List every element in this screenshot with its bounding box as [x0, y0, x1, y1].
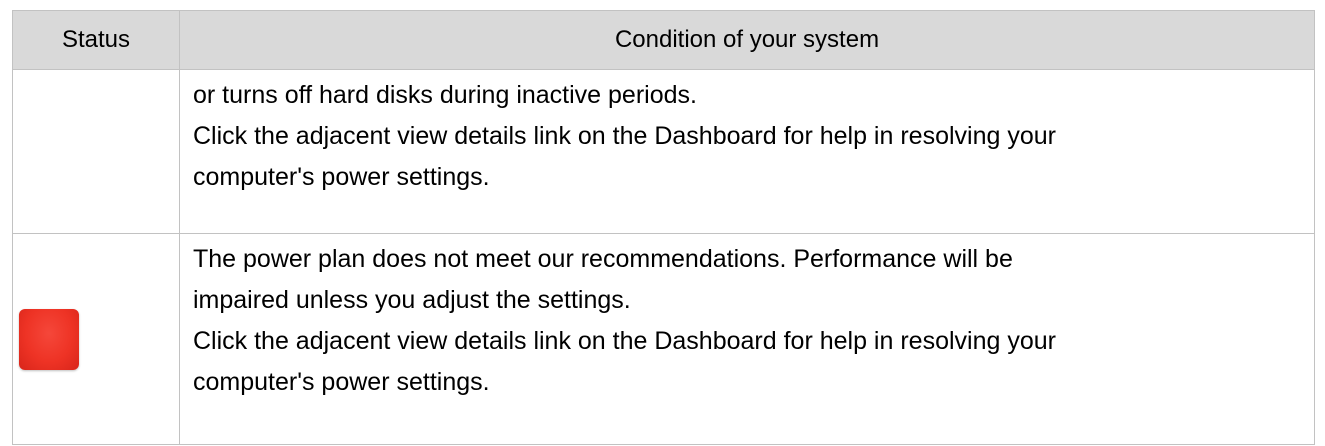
table-header-row: Status Condition of your system: [12, 10, 1315, 70]
status-condition-table: Status Condition of your system or turns…: [12, 10, 1315, 445]
condition-text: impaired unless you adjust the settings.: [193, 286, 631, 314]
condition-text: The power plan does not meet our recomme…: [193, 245, 1013, 273]
condition-text: Click the adjacent view details link on …: [193, 327, 1056, 355]
condition-text: Click the adjacent view details link on …: [193, 122, 1056, 150]
condition-cell: or turns off hard disks during inactive …: [179, 69, 1315, 234]
condition-text: computer's power settings.: [193, 368, 490, 396]
status-cell: [12, 233, 180, 445]
red-square-icon: [19, 308, 79, 370]
condition-cell: The power plan does not meet our recomme…: [179, 233, 1315, 445]
condition-text: computer's power settings.: [193, 163, 490, 191]
status-cell-empty: [12, 69, 180, 234]
header-condition: Condition of your system: [179, 10, 1315, 70]
condition-text: or turns off hard disks during inactive …: [193, 81, 697, 109]
header-status: Status: [12, 10, 180, 70]
table-row: or turns off hard disks during inactive …: [12, 69, 1315, 234]
table-row: The power plan does not meet our recomme…: [12, 233, 1315, 445]
